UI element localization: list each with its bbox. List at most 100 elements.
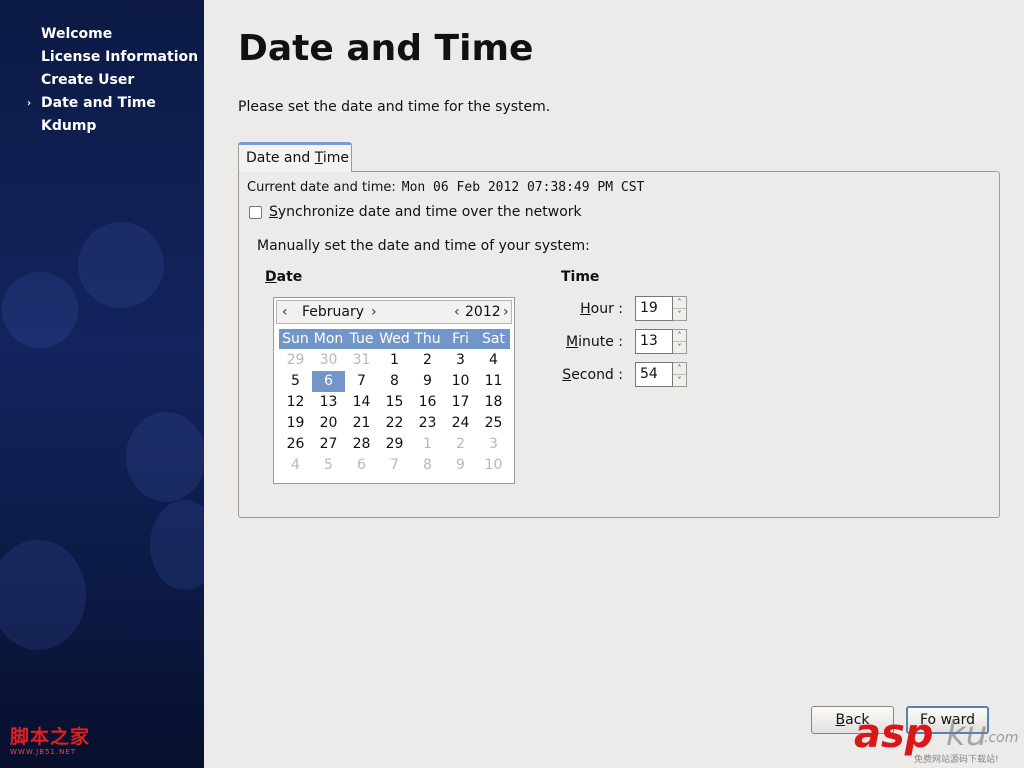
calendar-day[interactable]: 3 [477, 434, 510, 455]
minute-label: Minute : [561, 334, 635, 350]
page-intro: Please set the date and time for the sys… [238, 99, 551, 115]
calendar-weekday-header: Sun Mon Tue Wed Thu Fri Sat [279, 329, 510, 349]
calendar-day[interactable]: 17 [444, 392, 477, 413]
sidebar-item-license-information[interactable]: License Information [41, 49, 201, 66]
current-datetime-label: Current date and time: [247, 180, 396, 195]
calendar-day[interactable]: 1 [378, 350, 411, 371]
second-label-accel: S [562, 366, 572, 383]
calendar-day[interactable]: 4 [279, 455, 312, 476]
calendar-day[interactable]: 16 [411, 392, 444, 413]
calendar-week-row: 5 6 7 8 9 10 11 [279, 371, 510, 392]
second-stepper[interactable]: ˄ ˅ [673, 362, 687, 387]
calendar-day[interactable]: 5 [312, 455, 345, 476]
calendar-month: February [302, 304, 365, 320]
hour-stepper[interactable]: ˄ ˅ [673, 296, 687, 321]
minute-down-icon[interactable]: ˅ [673, 342, 686, 353]
weekday-header: Wed [379, 331, 410, 347]
weekday-header: Mon [313, 331, 344, 347]
hour-up-icon[interactable]: ˄ [673, 297, 686, 309]
calendar-week-row: 26 27 28 29 1 2 3 [279, 434, 510, 455]
calendar-day[interactable]: 12 [279, 392, 312, 413]
page-title: Date and Time [238, 28, 534, 69]
calendar-day[interactable]: 3 [444, 350, 477, 371]
calendar-day[interactable]: 25 [477, 413, 510, 434]
second-label-rest: econd : [571, 366, 623, 383]
calendar-day[interactable]: 21 [345, 413, 378, 434]
watermark-url-text: WWW.JB51.NET [10, 748, 77, 756]
sidebar-item-kdump[interactable]: Kdump [41, 118, 201, 135]
calendar-day[interactable]: 5 [279, 371, 312, 392]
hour-label-accel: H [580, 300, 591, 317]
calendar-day[interactable]: 7 [378, 455, 411, 476]
next-month-icon[interactable]: › [371, 304, 377, 320]
sidebar-item-create-user[interactable]: Create User [41, 72, 201, 89]
time-section-label: Time [561, 269, 600, 285]
calendar-day[interactable]: 8 [411, 455, 444, 476]
calendar-day[interactable]: 10 [477, 455, 510, 476]
calendar-day[interactable]: 29 [378, 434, 411, 455]
calendar-day[interactable]: 29 [279, 350, 312, 371]
sidebar: Welcome License Information Create User … [0, 0, 204, 768]
calendar-day[interactable]: 30 [312, 350, 345, 371]
calendar-day[interactable]: 31 [345, 350, 378, 371]
calendar-day[interactable]: 15 [378, 392, 411, 413]
date-time-panel: Current date and time: Mon 06 Feb 2012 07… [238, 171, 1000, 518]
hour-down-icon[interactable]: ˅ [673, 309, 686, 320]
calendar-day[interactable]: 13 [312, 392, 345, 413]
calendar-day[interactable]: 7 [345, 371, 378, 392]
calendar-day[interactable]: 23 [411, 413, 444, 434]
sidebar-item-label: Kdump [41, 118, 97, 134]
calendar-day[interactable]: 26 [279, 434, 312, 455]
tab-label-part: Date and [246, 150, 315, 166]
second-input[interactable]: 54 [635, 362, 673, 387]
calendar-day[interactable]: 9 [444, 455, 477, 476]
date-section-label: Date [265, 269, 302, 285]
calendar-day-selected[interactable]: 6 [312, 371, 345, 392]
tab-date-and-time[interactable]: Date and Time [238, 142, 352, 172]
calendar-day[interactable]: 19 [279, 413, 312, 434]
prev-year-icon[interactable]: ‹ [454, 304, 460, 320]
calendar-day[interactable]: 6 [345, 455, 378, 476]
calendar-day[interactable]: 10 [444, 371, 477, 392]
tab-label-accel: T [314, 150, 323, 166]
calendar-day[interactable]: 11 [477, 371, 510, 392]
minute-label-rest: inute : [578, 333, 623, 350]
minute-stepper[interactable]: ˄ ˅ [673, 329, 687, 354]
hour-label-rest: our : [590, 300, 623, 317]
calendar-day[interactable]: 2 [411, 350, 444, 371]
calendar-day[interactable]: 2 [444, 434, 477, 455]
calendar-day[interactable]: 4 [477, 350, 510, 371]
calendar-day[interactable]: 22 [378, 413, 411, 434]
sync-label-accel: S [269, 204, 278, 220]
sidebar-item-label: Date and Time [41, 95, 156, 111]
calendar-day[interactable]: 1 [411, 434, 444, 455]
calendar-day[interactable]: 8 [378, 371, 411, 392]
sidebar-item-date-and-time[interactable]: › Date and Time [27, 95, 201, 112]
second-up-icon[interactable]: ˄ [673, 363, 686, 375]
calendar: ‹ February › ‹ 2012 › Sun Mon Tue Wed Thu Fri… [273, 297, 515, 484]
sync-checkbox[interactable] [249, 205, 262, 219]
calendar-day[interactable]: 14 [345, 392, 378, 413]
hour-row: Hour : 19 ˄ ˅ [561, 296, 687, 321]
minute-up-icon[interactable]: ˄ [673, 330, 686, 342]
hour-input[interactable]: 19 [635, 296, 673, 321]
sync-network-toggle[interactable]: Synchronize date and time over the netwo… [249, 204, 582, 220]
minute-input[interactable]: 13 [635, 329, 673, 354]
calendar-day[interactable]: 20 [312, 413, 345, 434]
watermark-cn-text: 脚本之家 [10, 726, 91, 748]
sync-label-rest: ynchronize date and time over the networ… [277, 204, 582, 220]
next-year-icon[interactable]: › [503, 304, 509, 320]
second-down-icon[interactable]: ˅ [673, 375, 686, 386]
calendar-day[interactable]: 27 [312, 434, 345, 455]
calendar-day[interactable]: 18 [477, 392, 510, 413]
calendar-day[interactable]: 24 [444, 413, 477, 434]
back-label-accel: B [835, 712, 846, 728]
calendar-week-row: 19 20 21 22 23 24 25 [279, 413, 510, 434]
prev-month-icon[interactable]: ‹ [282, 304, 288, 320]
manual-set-label: Manually set the date and time of your s… [257, 238, 590, 254]
current-datetime-value: Mon 06 Feb 2012 07:38:49 PM CST [401, 180, 645, 195]
calendar-day[interactable]: 9 [411, 371, 444, 392]
calendar-day[interactable]: 28 [345, 434, 378, 455]
watermark-sub-text: 免费网站源码下载站! [914, 755, 999, 765]
sidebar-item-welcome[interactable]: Welcome [41, 26, 201, 43]
